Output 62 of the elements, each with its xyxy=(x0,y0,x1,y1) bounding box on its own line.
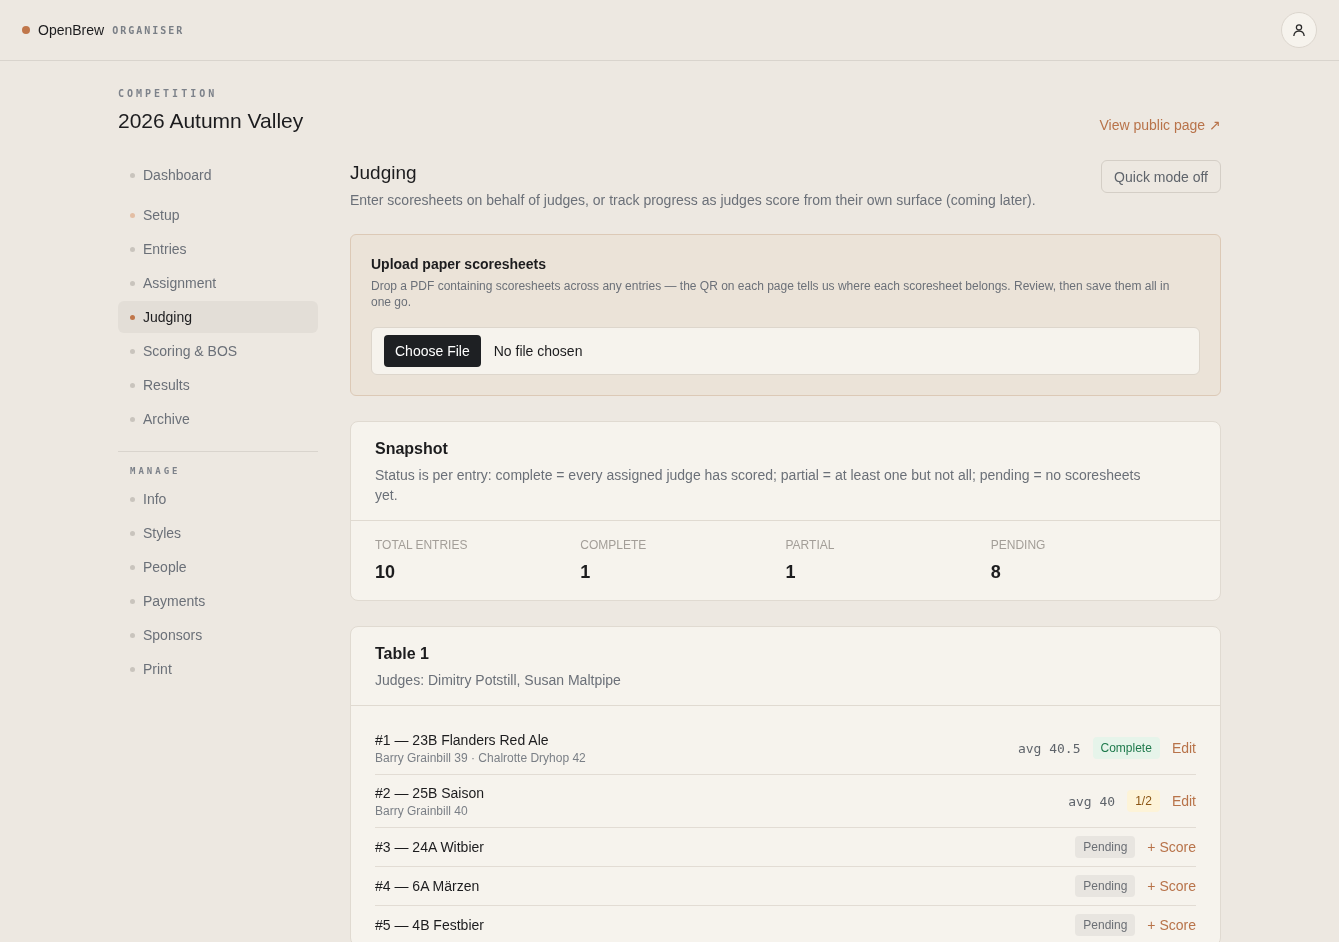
choose-file-button[interactable]: Choose File xyxy=(384,335,481,367)
stat-label: COMPLETE xyxy=(580,537,648,553)
stat-value: 10 xyxy=(375,561,397,584)
average-score: avg 40 xyxy=(1068,793,1116,809)
upload-title: Upload paper scoresheets xyxy=(371,255,548,274)
sidebar-item[interactable]: Dashboard xyxy=(118,159,318,191)
card-description: Status is per entry: complete = every assigned judge has scored; partial = at least one but not all; pending = no scoresheets yet. xyxy=(375,466,1142,505)
card-title: Table 1 xyxy=(375,644,430,664)
brand-name: OpenBrew xyxy=(38,22,105,38)
sidebar-item[interactable]: Results xyxy=(118,369,318,401)
sidebar-item[interactable]: People xyxy=(118,551,318,583)
entry-title: #3 — 24A Witbier xyxy=(375,838,484,857)
entry-title: #1 — 23B Flanders Red Ale xyxy=(375,731,550,750)
page-description: Enter scoresheets on behalf of judges, or track progress as judges score from their own surface (coming later). xyxy=(350,191,1036,210)
entry-title: #2 — 25B Saison xyxy=(375,784,484,803)
stat-value: 1 xyxy=(580,561,592,584)
average-score: avg 40.5 xyxy=(1017,740,1081,756)
status-badge: Pending xyxy=(1075,914,1136,936)
entry-action-link[interactable]: Edit xyxy=(1171,793,1196,809)
sidebar-item[interactable]: Scoring & BOS xyxy=(118,335,318,367)
sidebar-item[interactable]: Payments xyxy=(118,585,318,617)
card-title: Snapshot xyxy=(375,439,449,459)
sidebar-item[interactable]: Setup xyxy=(118,199,318,231)
sidebar-item[interactable]: Judging xyxy=(118,301,318,333)
stat-value: 8 xyxy=(990,561,1002,584)
stat-label: PENDING xyxy=(990,537,1047,553)
stat-value: 1 xyxy=(785,561,797,584)
status-badge: Pending xyxy=(1075,836,1136,858)
sidebar-item[interactable]: Info xyxy=(118,483,318,515)
file-status-text: No file chosen xyxy=(493,343,583,359)
quick-mode-button[interactable]: Quick mode off xyxy=(1101,160,1221,193)
sidebar-item[interactable]: Print xyxy=(118,653,318,685)
public-page-link[interactable]: View public page ↗ xyxy=(1099,115,1221,135)
entry-title: #5 — 4B Festbier xyxy=(375,916,484,935)
judges-text: Judges: Dimitry Potstill, Susan Maltpipe xyxy=(375,671,622,690)
page-title: Judging xyxy=(350,161,418,185)
entry-action-link[interactable]: + Score xyxy=(1147,839,1196,855)
brand-tag: ORGANISER xyxy=(112,24,185,36)
section-label: COMPETITION xyxy=(118,87,219,101)
sidebar-item[interactable]: Entries xyxy=(118,233,318,265)
judge-scores-text: Barry Grainbill 39 · Chalrotte Dryhop 42 xyxy=(375,750,586,766)
competition-title: 2026 Autumn Valley xyxy=(118,108,304,134)
status-badge: Complete xyxy=(1092,737,1160,759)
file-input-field[interactable]: Choose File No file chosen xyxy=(371,327,1200,375)
stat-label: PARTIAL xyxy=(785,537,836,553)
person-icon xyxy=(1293,24,1305,36)
sidebar-item[interactable]: Archive xyxy=(118,403,318,435)
status-badge: 1/2 xyxy=(1127,790,1160,812)
upload-description: Drop a PDF containing scoresheets across any entries — the QR on each page tells us where each scoresheet belongs. Review, then save them all in one go. xyxy=(371,278,1171,310)
sidebar-item[interactable]: Styles xyxy=(118,517,318,549)
nav-group-heading: MANAGE xyxy=(129,465,182,478)
stat-label: TOTAL ENTRIES xyxy=(375,537,469,553)
judge-scores-text: Barry Grainbill 40 xyxy=(375,803,469,819)
sidebar-item[interactable]: Sponsors xyxy=(118,619,318,651)
entry-action-link[interactable]: Edit xyxy=(1171,740,1196,756)
sidebar-item[interactable]: Assignment xyxy=(118,267,318,299)
account-button[interactable] xyxy=(1281,12,1317,48)
entry-action-link[interactable]: + Score xyxy=(1147,878,1196,894)
entry-action-link[interactable]: + Score xyxy=(1147,917,1196,933)
status-badge: Pending xyxy=(1075,875,1136,897)
entry-title: #4 — 6A Märzen xyxy=(375,877,480,896)
brand-dot-icon xyxy=(22,26,30,34)
